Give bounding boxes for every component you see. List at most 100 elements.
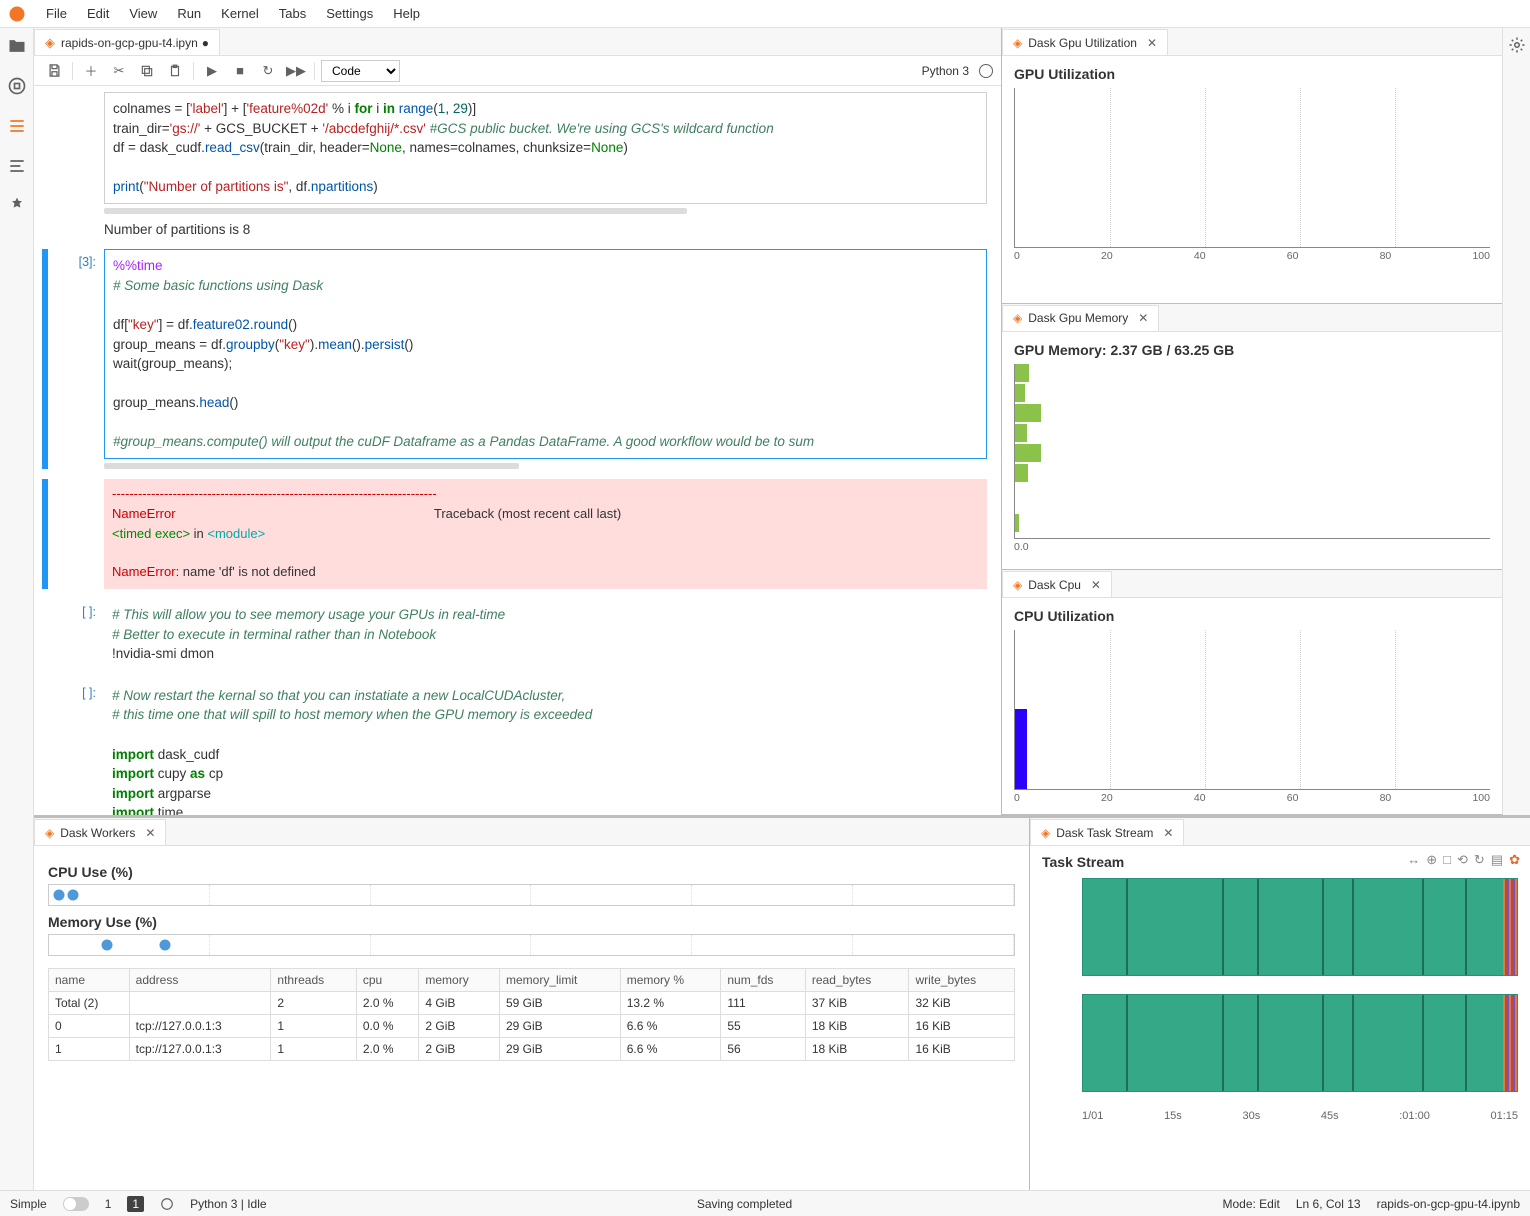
cut-button[interactable]: ✂: [107, 59, 131, 83]
table-header: address: [129, 969, 271, 992]
close-icon[interactable]: ✕: [1147, 36, 1157, 50]
notebook-body[interactable]: colnames = ['label'] + ['feature%02d' % …: [34, 86, 1001, 815]
status-kernels[interactable]: 1: [127, 1196, 144, 1212]
refresh-icon[interactable]: ↻: [1474, 852, 1485, 868]
tab-gpu-util[interactable]: ◈Dask Gpu Utilization✕: [1002, 29, 1168, 55]
dask-icon: ◈: [1013, 36, 1022, 50]
menu-tabs[interactable]: Tabs: [269, 3, 316, 24]
cell-prompt: [ ]:: [50, 680, 104, 815]
panel-title: GPU Utilization: [1014, 66, 1490, 82]
left-sidebar: [0, 28, 34, 1190]
kernel-name-label[interactable]: Python 3: [922, 64, 969, 78]
menubar: File Edit View Run Kernel Tabs Settings …: [0, 0, 1530, 28]
close-icon[interactable]: ✕: [1163, 826, 1173, 840]
panel-title: GPU Memory: 2.37 GB / 63.25 GB: [1014, 342, 1490, 358]
status-saving: Saving completed: [697, 1197, 792, 1211]
add-cell-button[interactable]: ＋: [79, 59, 103, 83]
wheel-zoom-icon[interactable]: ⊕: [1426, 852, 1437, 868]
code-input[interactable]: # Now restart the kernal so that you can…: [104, 680, 987, 815]
status-kernel-label[interactable]: Python 3 | Idle: [190, 1197, 267, 1211]
cpu-use-chart: [48, 884, 1015, 906]
dirty-indicator: ●: [202, 36, 209, 50]
statusbar: Simple 1 1 Python 3 | Idle Saving comple…: [0, 1190, 1530, 1216]
menu-edit[interactable]: Edit: [77, 3, 119, 24]
gpu-mem-chart: [1014, 364, 1490, 539]
run-all-button[interactable]: ▶▶: [284, 59, 308, 83]
dask-icon: ◈: [1013, 311, 1022, 325]
cell-prompt: [50, 92, 104, 239]
copy-button[interactable]: [135, 59, 159, 83]
jupyter-logo-icon: [8, 5, 26, 23]
menu-file[interactable]: File: [36, 3, 77, 24]
table-row: 0tcp://127.0.0.1:310.0 %2 GiB29 GiB6.6 %…: [49, 1015, 1015, 1038]
menu-kernel[interactable]: Kernel: [211, 3, 269, 24]
box-zoom-icon[interactable]: □: [1443, 852, 1451, 868]
running-icon[interactable]: [7, 76, 27, 96]
code-input[interactable]: colnames = ['label'] + ['feature%02d' % …: [104, 92, 987, 204]
stop-button[interactable]: ■: [228, 59, 252, 83]
reset-icon[interactable]: ⟲: [1457, 852, 1468, 868]
close-icon[interactable]: ✕: [1138, 311, 1148, 325]
cell-output: Number of partitions is 8: [104, 214, 987, 240]
pan-icon[interactable]: ↔: [1407, 852, 1420, 868]
table-header: nthreads: [271, 969, 356, 992]
save-button[interactable]: [42, 59, 66, 83]
toolbar: ＋ ✂ ▶ ■ ↻ ▶▶ Code Python 3: [34, 56, 1001, 86]
close-icon[interactable]: ✕: [145, 826, 155, 840]
tab-taskstream[interactable]: ◈Dask Task Stream✕: [1030, 819, 1184, 845]
notebook-tab[interactable]: ◈ rapids-on-gcp-gpu-t4.ipyn ●: [34, 29, 220, 55]
table-header: memory %: [620, 969, 721, 992]
workers-table: nameaddressnthreadscpumemorymemory_limit…: [48, 968, 1015, 1061]
cpu-use-title: CPU Use (%): [48, 864, 1015, 880]
notebook-icon: ◈: [45, 35, 55, 51]
cpu-chart: [1014, 630, 1490, 790]
cell-prompt: [ ]:: [50, 599, 104, 670]
simple-toggle[interactable]: [63, 1197, 89, 1211]
paste-button[interactable]: [163, 59, 187, 83]
table-header: read_bytes: [805, 969, 909, 992]
restart-button[interactable]: ↻: [256, 59, 280, 83]
table-header: name: [49, 969, 130, 992]
right-sidebar: [1502, 28, 1530, 815]
menu-settings[interactable]: Settings: [316, 3, 383, 24]
save-icon[interactable]: ▤: [1491, 852, 1503, 868]
tab-gpu-mem[interactable]: ◈Dask Gpu Memory✕: [1002, 305, 1159, 331]
tab-workers[interactable]: ◈Dask Workers✕: [34, 819, 166, 845]
taskstream-lane: [1082, 994, 1518, 1092]
commands-icon[interactable]: [7, 116, 27, 136]
dask-icon: ◈: [1013, 578, 1022, 592]
dask-icon: ◈: [1041, 826, 1050, 840]
notebook-tabbar: ◈ rapids-on-gcp-gpu-t4.ipyn ●: [34, 28, 1001, 56]
cell-type-select[interactable]: Code: [321, 60, 400, 82]
bokeh-toolbar[interactable]: ↔ ⊕ □ ⟲ ↻ ▤ ✿: [1407, 852, 1520, 868]
menu-help[interactable]: Help: [383, 3, 430, 24]
menu-run[interactable]: Run: [167, 3, 211, 24]
status-terminals[interactable]: 1: [105, 1197, 112, 1211]
table-header: write_bytes: [909, 969, 1015, 992]
code-input[interactable]: # This will allow you to see memory usag…: [104, 599, 987, 670]
folder-icon[interactable]: [7, 36, 27, 56]
kernel-status-icon[interactable]: [979, 64, 993, 78]
extensions-icon[interactable]: [7, 196, 27, 216]
property-inspector-icon[interactable]: [1508, 36, 1526, 54]
mem-use-chart: [48, 934, 1015, 956]
cell-prompt: [3]:: [50, 249, 104, 469]
toc-icon[interactable]: [7, 156, 27, 176]
table-header: memory: [419, 969, 500, 992]
menu-view[interactable]: View: [119, 3, 167, 24]
close-icon[interactable]: ✕: [1091, 578, 1101, 592]
table-header: cpu: [356, 969, 419, 992]
kernel-sessions-icon[interactable]: [160, 1197, 174, 1211]
status-cursor: Ln 6, Col 13: [1296, 1197, 1361, 1211]
code-input[interactable]: %%time # Some basic functions using Dask…: [104, 249, 987, 459]
error-output: ----------------------------------------…: [104, 479, 987, 589]
bokeh-logo-icon: ✿: [1509, 852, 1520, 868]
gpu-util-chart: [1014, 88, 1490, 248]
status-filename: rapids-on-gcp-gpu-t4.ipynb: [1377, 1197, 1520, 1211]
dask-icon: ◈: [45, 826, 54, 840]
status-simple[interactable]: Simple: [10, 1197, 47, 1211]
run-button[interactable]: ▶: [200, 59, 224, 83]
status-mode: Mode: Edit: [1222, 1197, 1279, 1211]
tab-cpu[interactable]: ◈Dask Cpu✕: [1002, 571, 1112, 597]
table-header: num_fds: [721, 969, 805, 992]
